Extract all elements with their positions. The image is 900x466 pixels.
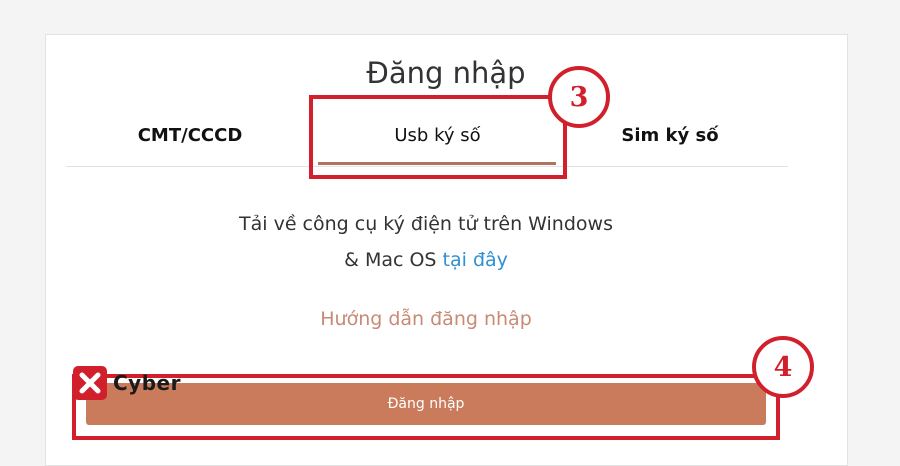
download-text-line1: Tải về công cụ ký điện tử trên Windows (239, 213, 613, 235)
download-text-prefix: & Mac OS (344, 249, 437, 271)
tab-cmt-cccd[interactable]: CMT/CCCD (130, 122, 250, 150)
page-title: Đăng nhập (366, 56, 526, 90)
annotation-marker-step4: 4 (752, 336, 814, 398)
logo-text: Cyber (113, 371, 181, 395)
x-logo-icon (73, 366, 107, 400)
annotation-box-step3 (309, 95, 567, 179)
login-guide-link[interactable]: Hướng dẫn đăng nhập (0, 308, 852, 330)
annotation-marker-step3: 3 (548, 66, 610, 128)
tab-sim-ky-so[interactable]: Sim ký số (610, 122, 730, 150)
download-link[interactable]: tại đây (443, 249, 508, 271)
cyber-watermark-logo: Cyber (73, 366, 181, 400)
download-text-line2: & Mac OS tại đây (0, 242, 852, 278)
download-instructions: Tải về công cụ ký điện tử trên Windows &… (0, 206, 852, 278)
